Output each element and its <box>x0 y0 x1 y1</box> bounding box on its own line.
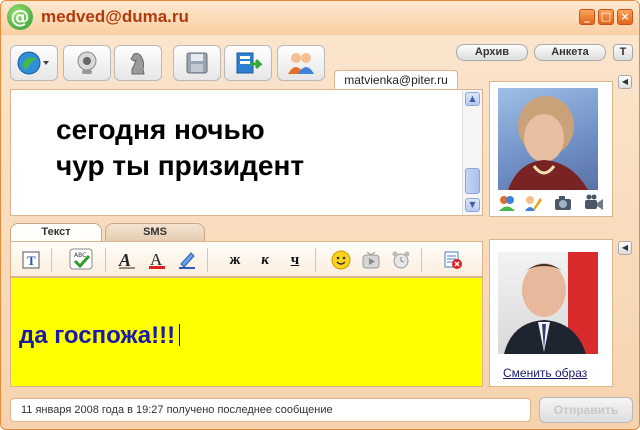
window-title: medved@duma.ru <box>41 7 189 26</box>
camera-icon[interactable] <box>554 194 572 212</box>
close-button[interactable]: × <box>617 9 633 25</box>
highlight-button[interactable] <box>177 250 197 270</box>
tab-sms[interactable]: SMS <box>105 223 205 241</box>
chess-knight-icon <box>130 52 145 75</box>
contact-avatar-panel <box>489 81 613 217</box>
contacts-button[interactable] <box>277 45 325 81</box>
message-input[interactable]: да госпожа!!! <box>10 277 483 387</box>
highlighter-icon <box>179 252 195 269</box>
smiley-button[interactable] <box>331 250 351 270</box>
incoming-message-line: чур ты призидент <box>56 150 305 181</box>
font-button[interactable]: A <box>117 250 137 270</box>
smiley-icon <box>331 250 351 270</box>
text-frame-icon: T <box>22 251 40 269</box>
tab-text[interactable]: Текст <box>10 223 102 241</box>
transfer-button[interactable] <box>224 45 272 81</box>
own-avatar <box>498 252 598 354</box>
incoming-scrollbar[interactable]: ▲ ▼ <box>462 90 482 215</box>
scroll-thumb[interactable] <box>465 168 480 194</box>
collapse-own-panel-icon[interactable]: ◀ <box>618 241 632 255</box>
profile-button[interactable]: Анкета <box>534 44 606 61</box>
font-color-icon: A <box>149 250 165 269</box>
scroll-up-icon[interactable]: ▲ <box>465 92 480 106</box>
text-format-button[interactable]: T <box>21 250 41 270</box>
contact-avatar <box>498 88 598 190</box>
game-button[interactable] <box>114 45 162 81</box>
tv-play-icon <box>362 251 380 269</box>
incoming-message: сегодня ночью чур ты призидент <box>56 112 436 184</box>
svg-text:T: T <box>27 253 36 268</box>
clear-history-button[interactable] <box>443 250 463 270</box>
change-avatar-link[interactable]: Сменить образ <box>503 366 587 380</box>
alarm-clock-icon <box>392 251 410 269</box>
users-icon <box>288 53 314 74</box>
contact-email: matvienka@piter.ru <box>334 70 458 89</box>
italic-button[interactable]: к <box>255 250 275 270</box>
floppy-disk-icon <box>186 52 208 74</box>
edit-contact-icon[interactable] <box>524 194 542 212</box>
status-bar: 11 января 2008 года в 19:27 получено пос… <box>10 398 531 422</box>
save-button[interactable] <box>173 45 221 81</box>
text-caret <box>179 324 181 346</box>
font-color-button[interactable]: A <box>147 250 167 270</box>
archive-button[interactable]: Архив <box>456 44 528 61</box>
alarm-button[interactable] <box>391 250 411 270</box>
spellcheck-button[interactable]: ABC <box>69 248 95 270</box>
spellcheck-icon: ABC <box>69 248 93 270</box>
clear-history-icon <box>444 251 462 269</box>
scroll-down-icon[interactable]: ▼ <box>465 198 480 212</box>
contact-avatar-action-icon[interactable] <box>498 194 516 212</box>
bold-button[interactable]: ж <box>225 250 245 270</box>
svg-text:ABC: ABC <box>74 252 86 259</box>
chat-window: @ medved@duma.ru _ □ × Архив Анкета T ma… <box>0 0 640 430</box>
own-avatar-panel <box>489 239 613 387</box>
incoming-message-line: сегодня ночью <box>56 114 265 145</box>
pin-button[interactable]: T <box>613 44 633 61</box>
message-input-text: да госпожа!!! <box>19 322 181 350</box>
format-toolbar: T ABC A A ж к ч <box>10 241 483 277</box>
flash-animation-button[interactable] <box>361 250 381 270</box>
collapse-contact-panel-icon[interactable]: ◀ <box>618 75 632 89</box>
maximize-button[interactable]: □ <box>598 9 614 25</box>
status-globe-icon <box>17 51 49 75</box>
window-controls: _ □ × <box>579 9 633 25</box>
title-bar: @ medved@duma.ru _ □ × <box>1 1 639 35</box>
webcam-button[interactable] <box>63 45 111 81</box>
status-menu-button[interactable] <box>10 45 58 81</box>
underline-button[interactable]: ч <box>285 250 305 270</box>
minimize-button[interactable]: _ <box>579 9 595 25</box>
file-transfer-icon <box>236 52 262 74</box>
at-logo-icon: @ <box>7 4 33 30</box>
send-button[interactable]: Отправить <box>539 397 633 423</box>
webcam-icon <box>77 51 97 74</box>
svg-text:A: A <box>118 250 131 270</box>
incoming-messages: сегодня ночью чур ты призидент <box>10 89 483 216</box>
font-icon: A <box>118 250 135 270</box>
video-camera-icon[interactable] <box>584 194 604 212</box>
